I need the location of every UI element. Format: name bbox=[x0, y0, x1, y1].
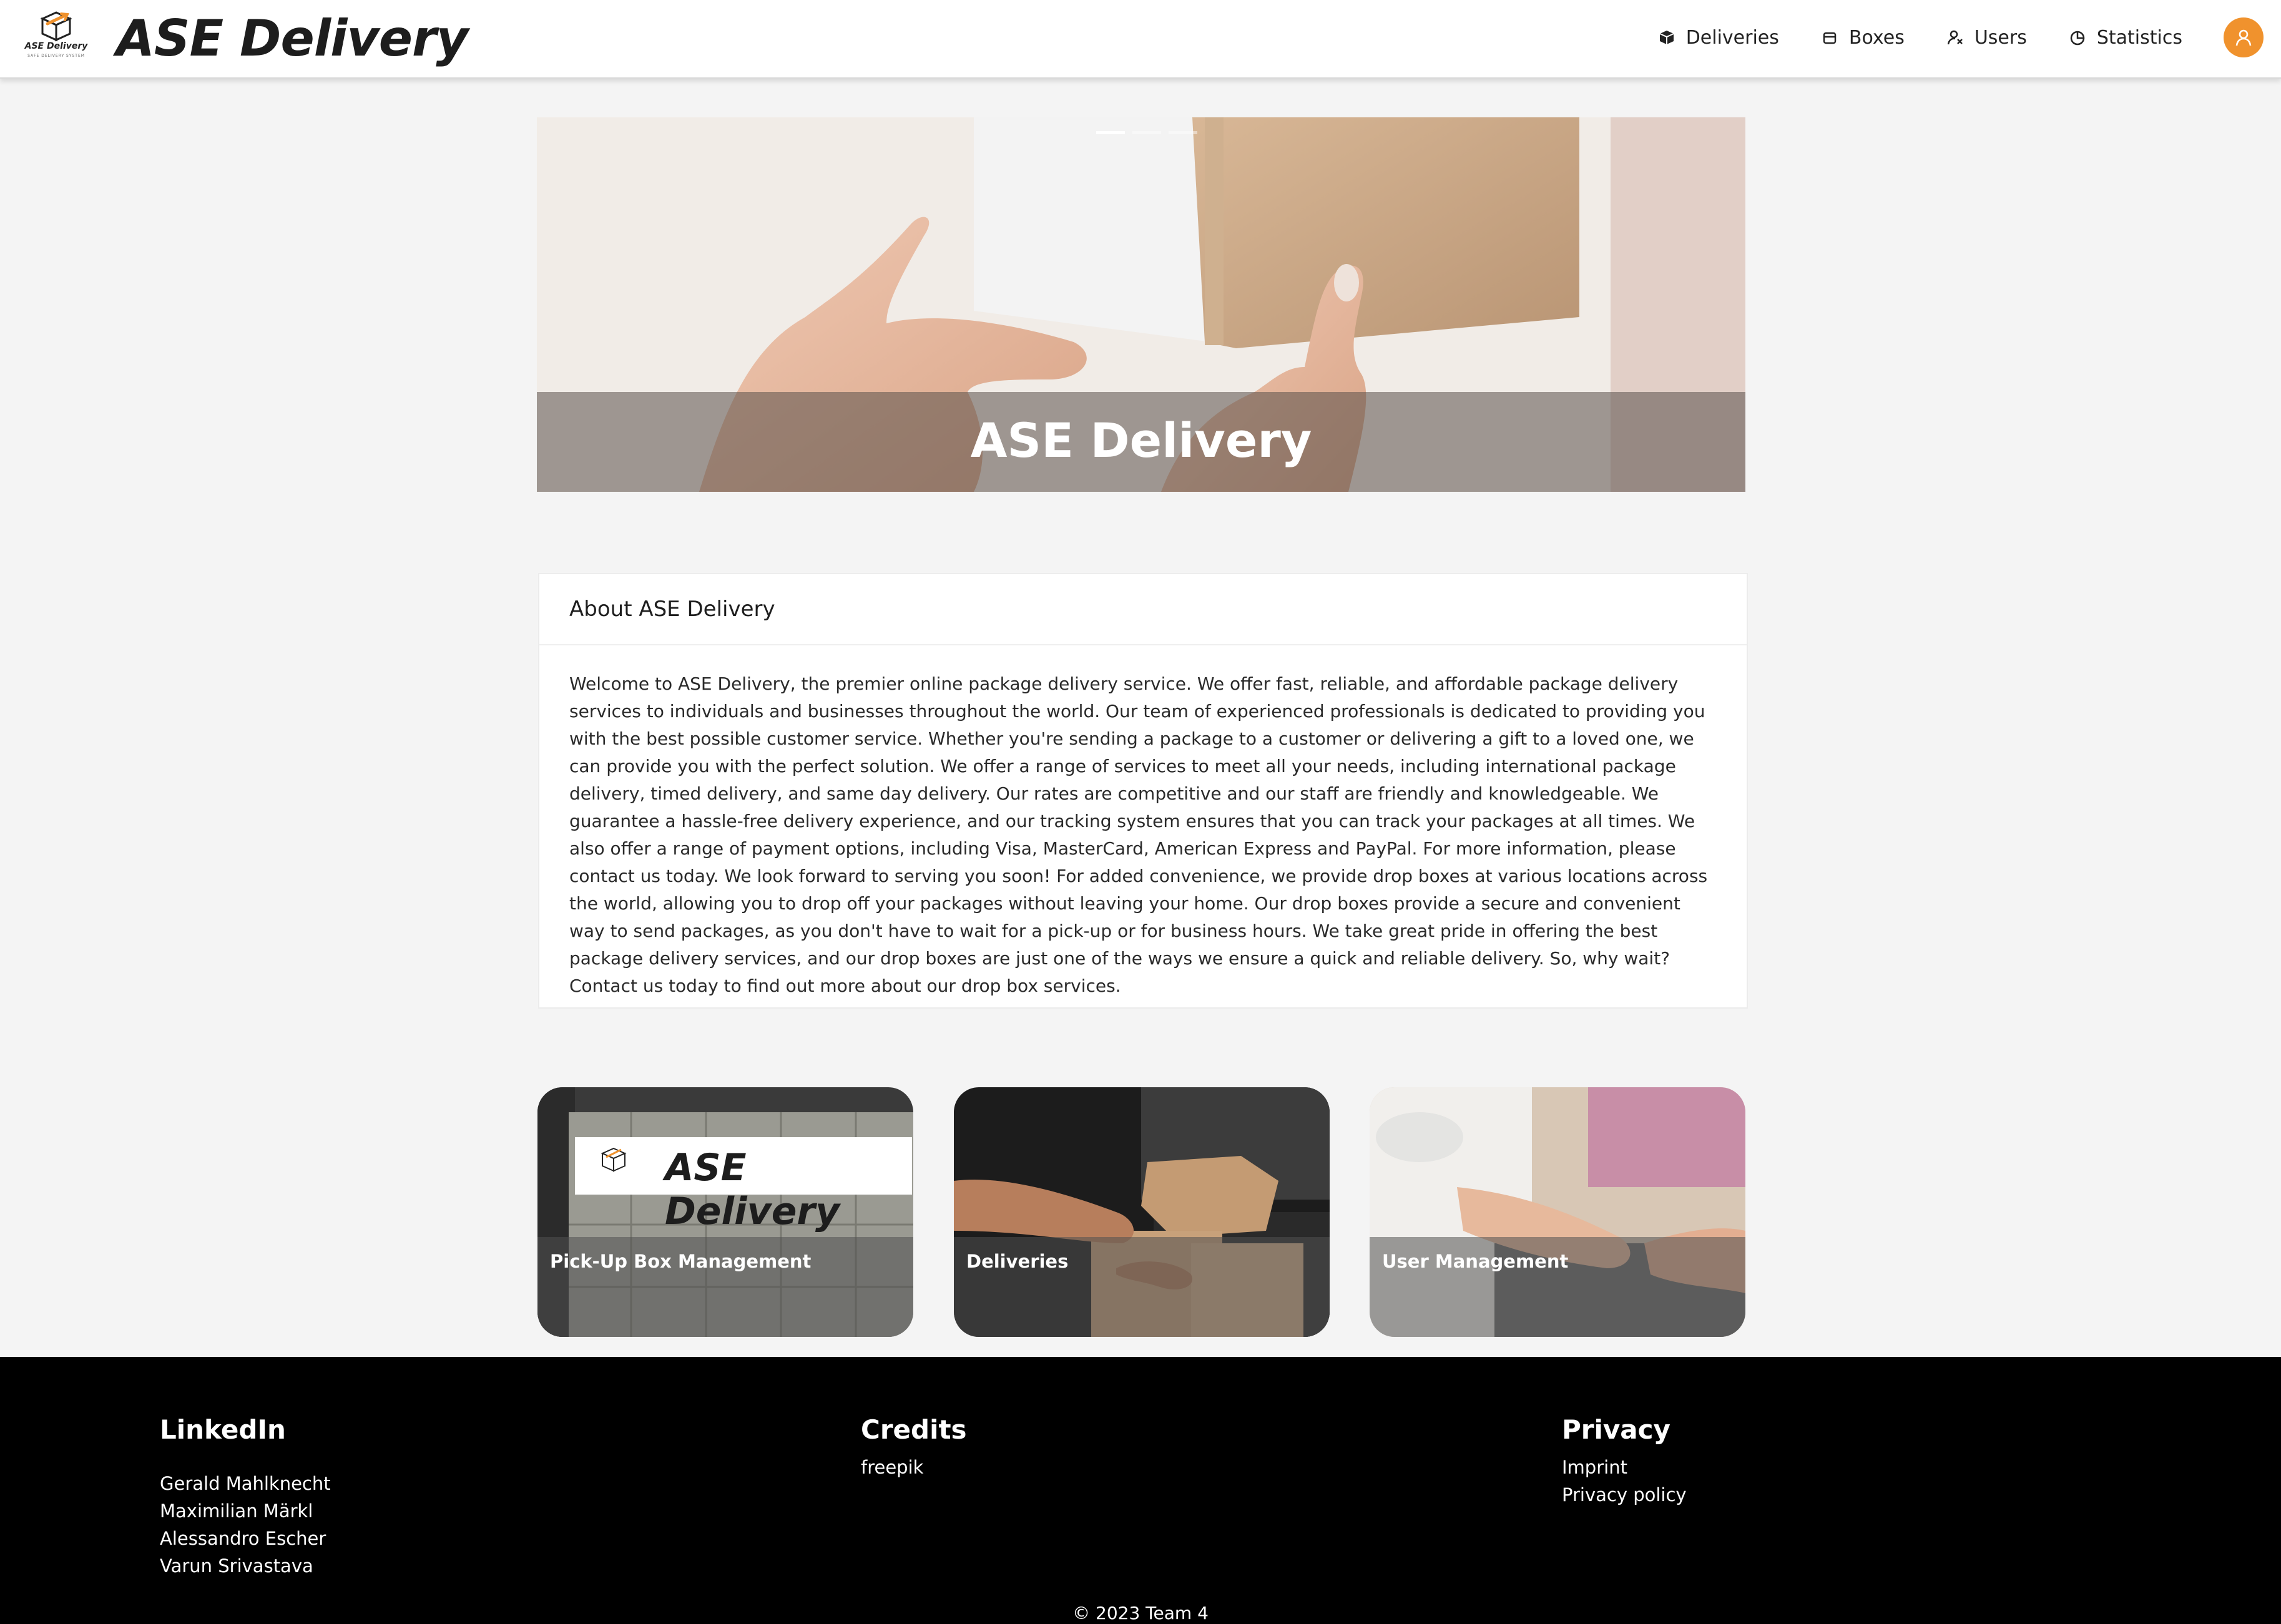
nav-statistics[interactable]: Statistics bbox=[2068, 19, 2182, 56]
footer-credits-section: Credits freepik bbox=[861, 1414, 967, 1481]
logo-box-icon bbox=[40, 11, 72, 42]
user-avatar-button[interactable] bbox=[2224, 17, 2264, 57]
footer-link-alessandro-escher[interactable]: Alessandro Escher bbox=[160, 1525, 331, 1552]
about-card: About ASE Delivery Welcome to ASE Delive… bbox=[538, 573, 1748, 1009]
top-navbar: ASE Delivery SAFE DELIVERY SYSTEM ASE De… bbox=[0, 0, 2281, 79]
carousel-indicator-2[interactable] bbox=[1132, 131, 1161, 134]
footer-privacy-title: Privacy bbox=[1562, 1414, 1670, 1445]
tile-sign-text: ASE Delivery bbox=[665, 1146, 840, 1233]
box-icon bbox=[1820, 28, 1839, 47]
nav-statistics-label: Statistics bbox=[2096, 26, 2182, 49]
carousel-indicators bbox=[1096, 131, 1205, 134]
nav-users[interactable]: Users bbox=[1946, 19, 2027, 56]
logo[interactable]: ASE Delivery SAFE DELIVERY SYSTEM bbox=[22, 9, 90, 65]
statistics-icon bbox=[2068, 28, 2087, 47]
logo-text: ASE Delivery bbox=[24, 41, 88, 51]
carousel-indicator-3[interactable] bbox=[1169, 131, 1197, 134]
carousel-indicator-1[interactable] bbox=[1096, 131, 1125, 134]
about-text: Welcome to ASE Delivery, the premier onl… bbox=[569, 673, 1708, 996]
hero-caption: ASE Delivery bbox=[970, 413, 1312, 468]
footer-linkedin-title: LinkedIn bbox=[160, 1414, 286, 1445]
users-icon bbox=[1946, 28, 1965, 47]
footer-linkedin-section: LinkedIn Gerald Mahlknecht Maximilian Mä… bbox=[160, 1414, 331, 1580]
main-nav: Deliveries Boxes Users Statistics bbox=[1657, 0, 2281, 75]
tile-user-management[interactable]: User Management bbox=[1370, 1087, 1745, 1337]
tile-pickup-box-management[interactable]: ASE Delivery Pick-Up Box Management bbox=[537, 1087, 913, 1337]
footer-copyright: © 2023 Team 4 bbox=[1072, 1603, 1209, 1623]
nav-users-label: Users bbox=[1974, 26, 2027, 49]
nav-deliveries[interactable]: Deliveries bbox=[1657, 19, 1779, 56]
footer-link-imprint[interactable]: Imprint bbox=[1562, 1454, 1687, 1481]
footer-link-privacy-policy[interactable]: Privacy policy bbox=[1562, 1481, 1687, 1509]
footer: LinkedIn Gerald Mahlknecht Maximilian Mä… bbox=[0, 1357, 2281, 1624]
footer-link-gerald-mahlknecht[interactable]: Gerald Mahlknecht bbox=[160, 1470, 331, 1497]
logo-subtext: SAFE DELIVERY SYSTEM bbox=[27, 54, 85, 58]
nav-deliveries-label: Deliveries bbox=[1685, 26, 1779, 49]
tile-deliveries[interactable]: Deliveries bbox=[954, 1087, 1330, 1337]
tile-label-pickup-box-management: Pick-Up Box Management bbox=[550, 1251, 812, 1272]
about-title: About ASE Delivery bbox=[539, 574, 1747, 645]
footer-privacy-section: Privacy Imprint Privacy policy bbox=[1562, 1414, 1687, 1509]
footer-link-varun-srivastava[interactable]: Varun Srivastava bbox=[160, 1552, 331, 1580]
user-icon bbox=[2235, 29, 2252, 46]
nav-boxes[interactable]: Boxes bbox=[1820, 19, 1905, 56]
footer-link-freepik[interactable]: freepik bbox=[861, 1454, 967, 1481]
tile-label-user-management: User Management bbox=[1382, 1251, 1569, 1272]
deliveries-icon bbox=[1657, 28, 1676, 47]
hero-carousel[interactable]: ASE Delivery bbox=[537, 117, 1745, 492]
footer-credits-title: Credits bbox=[861, 1414, 967, 1445]
tile-label-deliveries: Deliveries bbox=[966, 1251, 1069, 1272]
nav-boxes-label: Boxes bbox=[1848, 26, 1905, 49]
footer-link-maximilian-maerkl[interactable]: Maximilian Märkl bbox=[160, 1497, 331, 1525]
brand-title[interactable]: ASE Delivery bbox=[116, 9, 469, 69]
